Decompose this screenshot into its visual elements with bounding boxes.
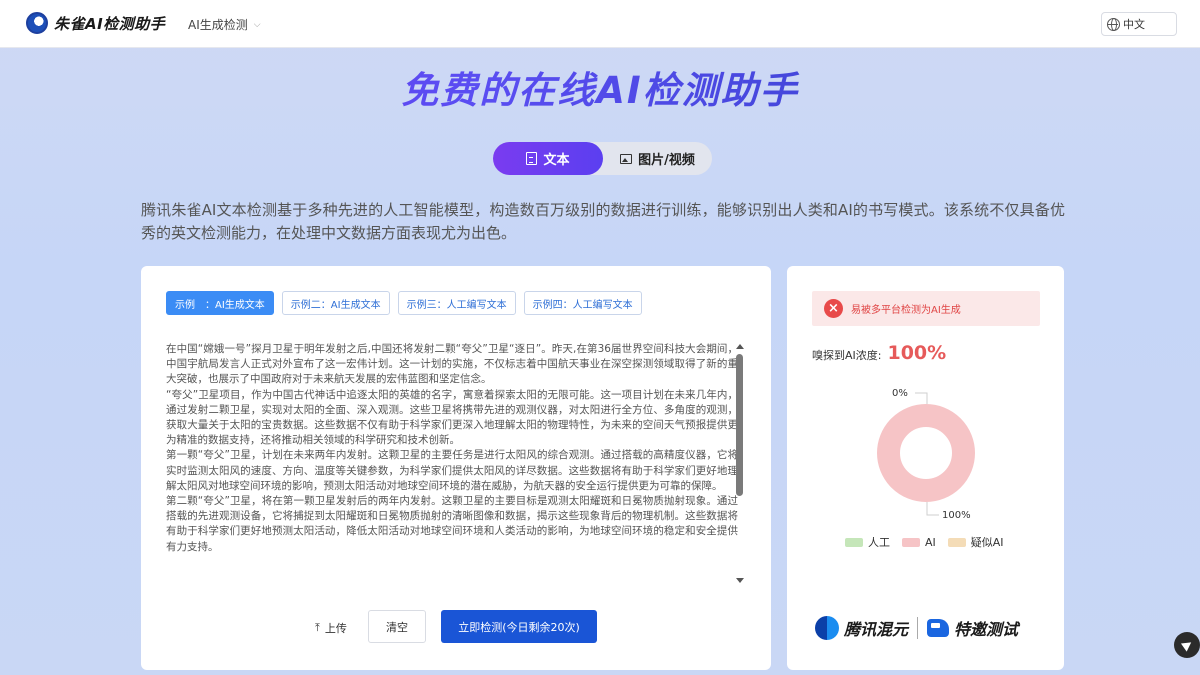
brand-invited-test: 特邀测试 [954, 620, 1019, 639]
nav-ai-detection-menu[interactable]: AI生成检测 ⌵ [188, 16, 261, 33]
brand-divider [917, 617, 919, 639]
image-icon [620, 153, 633, 164]
legend-swatch-suspected-ai [947, 537, 966, 547]
ai-donut-chart [877, 392, 975, 516]
label-leader-top [915, 392, 928, 404]
page-title: 免费的在线AI检测助手 [0, 60, 1200, 114]
example-chip-1[interactable]: 示例 ：AI生成文本 [166, 291, 274, 315]
legend-label-human: 人工 [868, 536, 890, 549]
nav-ai-detection-label: AI生成检测 [188, 18, 248, 32]
brand-logo-icon [26, 12, 48, 34]
legend-swatch-ai [902, 537, 920, 547]
legend-label-suspected-ai: 疑似AI [970, 536, 1004, 549]
feedback-send-button[interactable] [1174, 632, 1200, 658]
legend-item-suspected-ai[interactable]: 疑似AI [947, 534, 1004, 550]
scroll-up-arrow-icon[interactable] [736, 344, 744, 349]
example-chips: 示例 ：AI生成文本 示例二：AI生成文本 示例三：人工编写文本 示例四：人工编… [166, 291, 642, 315]
text-paragraph: 在中国“嫦娥一号”探月卫星于明年发射之后,中国还将发射二颗“夸父”卫星“逐日”。… [166, 343, 738, 386]
donut-slice-AI[interactable] [877, 404, 975, 502]
concentration-value: 100% [887, 342, 947, 364]
tab-text[interactable]: 文本 [493, 142, 603, 175]
text-input-area[interactable]: 在中国“嫦娥一号”探月卫星于明年发射之后,中国还将发射二颗“夸父”卫星“逐日”。… [166, 342, 738, 585]
brand-name: 朱雀AI检测助手 [54, 14, 166, 33]
text-paragraph: 第二颗“夸父”卫星，将在第一颗卫星发射后的两年内发射。这颗卫星的主要目标是观测太… [166, 495, 738, 553]
brand-hunyuan: 腾讯混元 [844, 620, 909, 639]
donut-label-full: 100% [942, 510, 971, 521]
label-leader-bottom [926, 502, 939, 516]
legend-item-ai[interactable]: AI [902, 536, 936, 549]
concentration-label: 嗅探到AI浓度: [812, 349, 882, 362]
result-panel: × 易被多平台检测为AI生成 嗅探到AI浓度: 100% 0% 100% 人工 … [787, 266, 1064, 670]
language-label: 中文 [1123, 18, 1145, 31]
clear-button[interactable]: 清空 [368, 610, 426, 643]
text-scrollbar[interactable] [735, 342, 745, 585]
send-icon [1180, 638, 1194, 652]
tab-image-video[interactable]: 图片/视频 [603, 142, 712, 175]
partner-brands: 腾讯混元 特邀测试 [815, 616, 1018, 640]
upload-button[interactable]: ⤒ 上传 [315, 620, 347, 636]
upload-icon: ⤒ [315, 621, 320, 634]
mode-tabs: 文本 图片/视频 [493, 142, 712, 175]
language-selector[interactable]: 中文 [1101, 12, 1177, 36]
invite-hand-icon [927, 619, 950, 637]
alert-text: 易被多平台检测为AI生成 [851, 305, 961, 316]
document-icon [526, 152, 538, 165]
intro-description: 腾讯朱雀AI文本检测基于多种先进的人工智能模型，构造数百万级别的数据进行训练，能… [141, 201, 1065, 242]
example-chip-2[interactable]: 示例二：AI生成文本 [281, 291, 390, 315]
upload-label: 上传 [324, 622, 347, 635]
example-chip-4[interactable]: 示例四：人工编写文本 [523, 291, 642, 315]
error-icon: × [824, 299, 843, 318]
tab-text-label: 文本 [543, 153, 570, 168]
result-alert: × 易被多平台检测为AI生成 [812, 291, 1040, 326]
scroll-thumb[interactable] [736, 354, 743, 496]
ai-concentration: 嗅探到AI浓度: 100% [812, 342, 946, 364]
hunyuan-logo-icon [815, 616, 839, 640]
top-navigation-bar: 朱雀AI检测助手 AI生成检测 ⌵ 中文 [0, 0, 1200, 48]
brand-logo[interactable]: 朱雀AI检测助手 [26, 12, 165, 34]
example-chip-3[interactable]: 示例三：人工编写文本 [397, 291, 516, 315]
detect-button[interactable]: 立即检测(今日剩余20次) [441, 610, 597, 643]
globe-icon [1107, 17, 1120, 31]
text-paragraph: 第一颗“夸父”卫星，计划在未来两年内发射。这颗卫星的主要任务是进行太阳风的综合观… [166, 449, 738, 492]
donut-label-zero: 0% [892, 388, 908, 399]
legend-item-human[interactable]: 人工 [845, 534, 890, 550]
tab-image-video-label: 图片/视频 [638, 153, 695, 168]
chevron-down-icon: ⌵ [253, 19, 261, 30]
legend-label-ai: AI [925, 535, 936, 549]
scroll-down-arrow-icon[interactable] [736, 578, 744, 583]
legend-swatch-human [845, 537, 863, 547]
text-input-panel: 示例 ：AI生成文本 示例二：AI生成文本 示例三：人工编写文本 示例四：人工编… [141, 266, 771, 670]
text-paragraph: “夸父”卫星项目，作为中国古代神话中追逐太阳的英雄的名字，寓意着探索太阳的无限可… [166, 388, 738, 447]
chart-legend: 人工 AI 疑似AI [845, 534, 1016, 550]
